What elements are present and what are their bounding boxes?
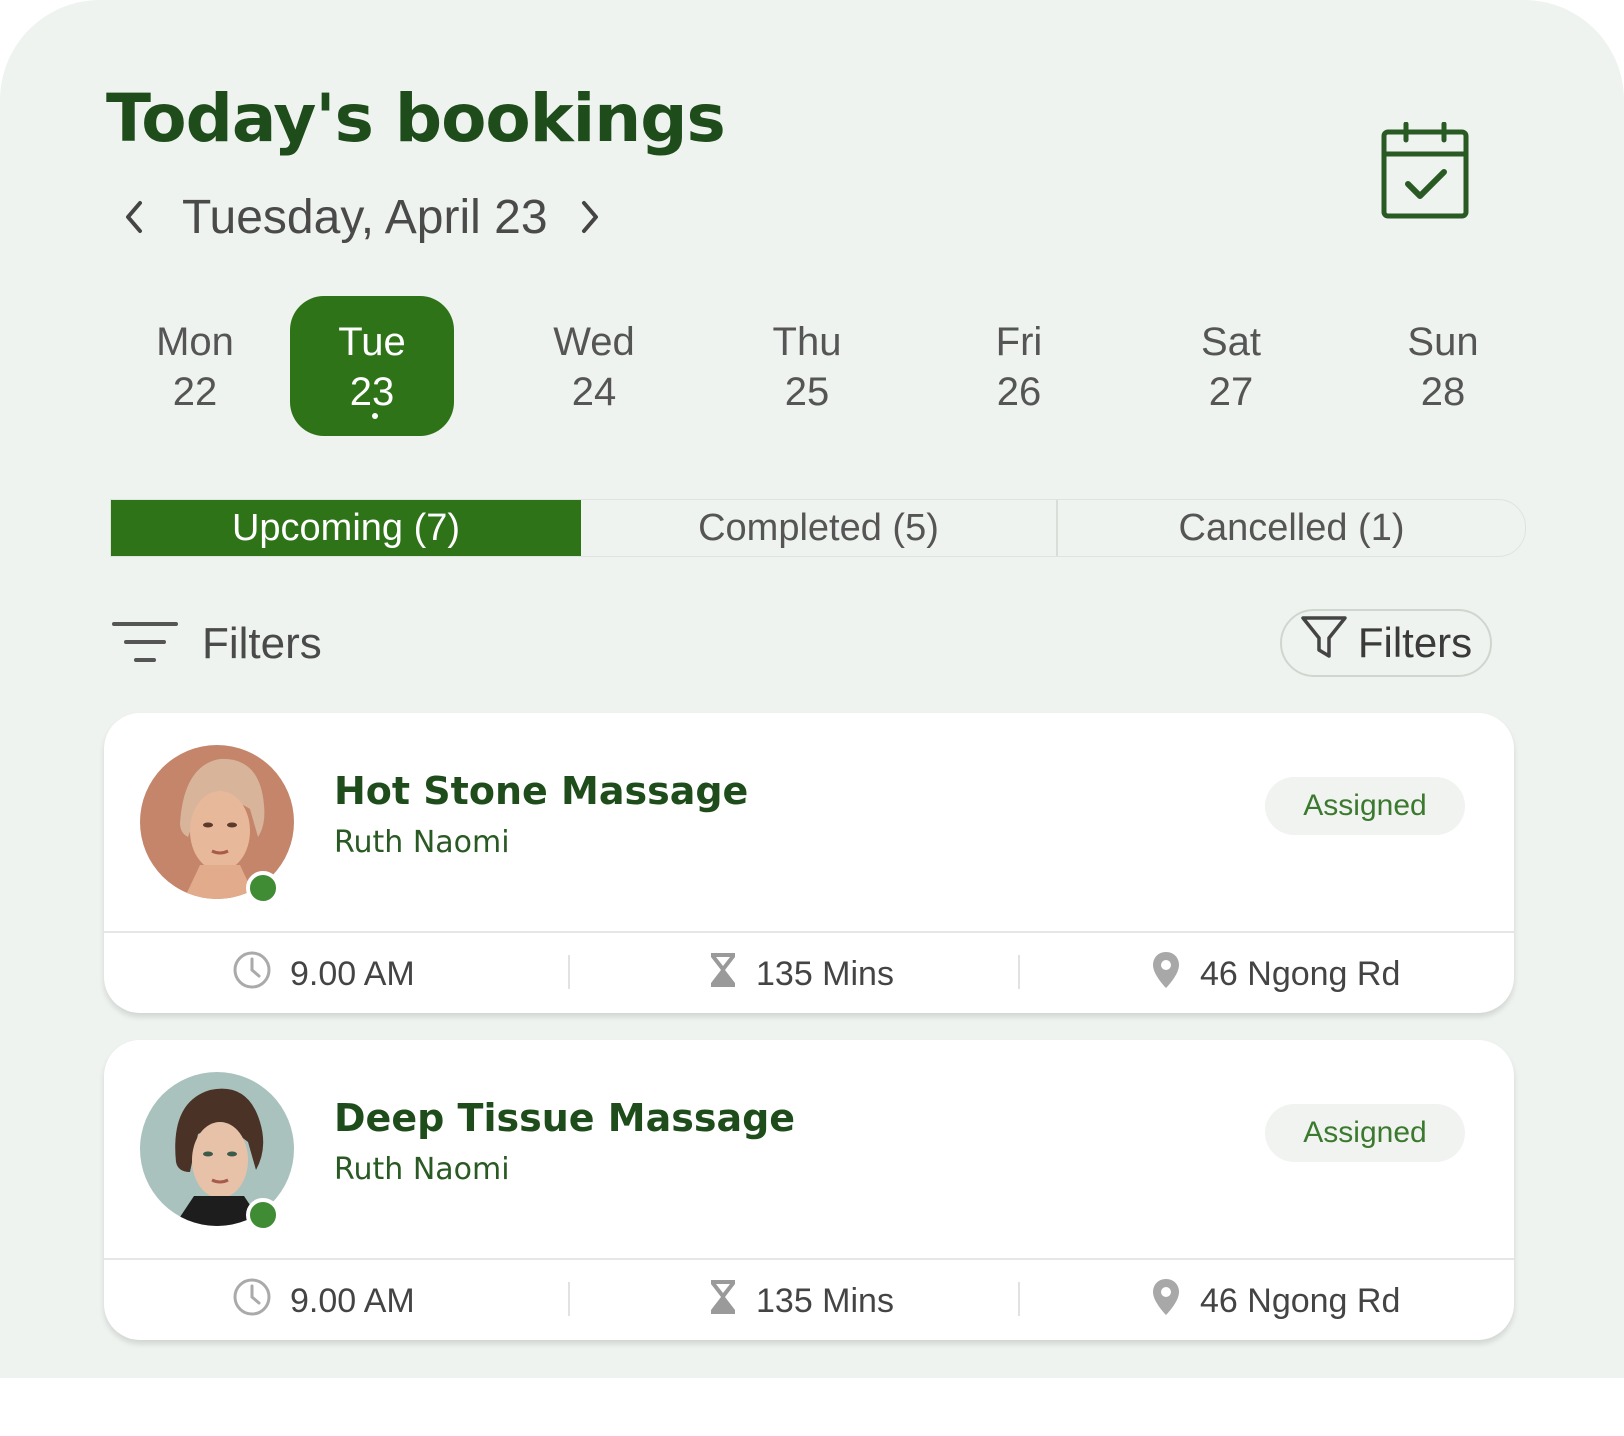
day-sat[interactable]: Sat 27 bbox=[1146, 296, 1316, 436]
status-badge: Assigned bbox=[1265, 777, 1465, 835]
booking-time: 9.00 AM bbox=[290, 1281, 415, 1320]
funnel-icon bbox=[1300, 615, 1358, 671]
day-name: Tue bbox=[338, 320, 406, 364]
status-badge: Assigned bbox=[1265, 1104, 1465, 1162]
hourglass-icon bbox=[708, 951, 756, 998]
booking-card[interactable]: Hot Stone Massage Ruth Naomi Assigned 9.… bbox=[104, 713, 1514, 1013]
bookings-panel: Today's bookings Tuesday, April 23 Mon 2… bbox=[0, 0, 1624, 1378]
client-name: Ruth Naomi bbox=[334, 1152, 510, 1187]
day-number: 23 bbox=[349, 370, 395, 414]
day-number: 25 bbox=[784, 370, 830, 414]
booking-meta-row: 9.00 AM 135 Mins 46 Ngong Rd bbox=[104, 1260, 1514, 1340]
booking-location: 46 Ngong Rd bbox=[1200, 1281, 1401, 1320]
week-day-selector: Mon 22 Tue 23 Wed 24 Thu 25 Fri 26 Sat 2… bbox=[110, 296, 1530, 436]
location-info: 46 Ngong Rd bbox=[1150, 933, 1400, 1013]
booking-time: 9.00 AM bbox=[290, 954, 415, 993]
day-name: Sat bbox=[1200, 320, 1262, 364]
booking-card[interactable]: Deep Tissue Massage Ruth Naomi Assigned … bbox=[104, 1040, 1514, 1340]
time-info: 9.00 AM bbox=[232, 933, 415, 1013]
time-info: 9.00 AM bbox=[232, 1260, 415, 1340]
day-name: Fri bbox=[995, 320, 1043, 364]
service-name: Hot Stone Massage bbox=[334, 769, 749, 813]
tab-upcoming[interactable]: Upcoming (7) bbox=[111, 500, 581, 556]
filters-button[interactable]: Filters bbox=[1280, 609, 1492, 677]
booking-duration: 135 Mins bbox=[756, 1281, 894, 1320]
service-name: Deep Tissue Massage bbox=[334, 1096, 796, 1140]
day-fri[interactable]: Fri 26 bbox=[934, 296, 1104, 436]
booking-duration: 135 Mins bbox=[756, 954, 894, 993]
day-number: 27 bbox=[1208, 370, 1254, 414]
online-status-dot bbox=[246, 871, 280, 905]
day-number: 26 bbox=[996, 370, 1042, 414]
booking-meta-row: 9.00 AM 135 Mins 46 Ngong Rd bbox=[104, 933, 1514, 1013]
location-info: 46 Ngong Rd bbox=[1150, 1260, 1400, 1340]
day-name: Mon bbox=[156, 320, 234, 364]
meta-separator bbox=[1018, 1282, 1020, 1316]
tab-completed[interactable]: Completed (5) bbox=[581, 500, 1056, 556]
day-name: Wed bbox=[553, 320, 635, 364]
chevron-right-icon[interactable] bbox=[568, 195, 612, 239]
day-number: 28 bbox=[1420, 370, 1466, 414]
today-dot bbox=[372, 413, 378, 419]
day-number: 22 bbox=[172, 370, 218, 414]
day-number: 24 bbox=[571, 370, 617, 414]
calendar-check-icon[interactable] bbox=[1380, 121, 1472, 220]
day-sun[interactable]: Sun 28 bbox=[1358, 296, 1528, 436]
meta-separator bbox=[568, 955, 570, 989]
clock-icon bbox=[232, 950, 290, 999]
location-pin-icon bbox=[1150, 1277, 1200, 1326]
sort-filter-toggle[interactable]: Filters bbox=[112, 612, 322, 676]
meta-separator bbox=[1018, 955, 1020, 989]
booking-location: 46 Ngong Rd bbox=[1200, 954, 1401, 993]
day-name: Thu bbox=[772, 320, 842, 364]
duration-info: 135 Mins bbox=[708, 933, 894, 1013]
day-name: Sun bbox=[1407, 320, 1479, 364]
chevron-left-icon[interactable] bbox=[112, 195, 156, 239]
client-name: Ruth Naomi bbox=[334, 825, 510, 860]
online-status-dot bbox=[246, 1198, 280, 1232]
current-date-label: Tuesday, April 23 bbox=[182, 190, 548, 244]
clock-icon bbox=[232, 1277, 290, 1326]
day-tue-selected[interactable]: Tue 23 bbox=[290, 296, 454, 436]
sort-lines-icon bbox=[112, 620, 178, 669]
tab-cancelled[interactable]: Cancelled (1) bbox=[1056, 500, 1525, 556]
location-pin-icon bbox=[1150, 950, 1200, 999]
date-navigator: Tuesday, April 23 bbox=[112, 185, 612, 249]
meta-separator bbox=[568, 1282, 570, 1316]
day-thu[interactable]: Thu 25 bbox=[722, 296, 892, 436]
status-tabs: Upcoming (7) Completed (5) Cancelled (1) bbox=[110, 499, 1526, 557]
page-title: Today's bookings bbox=[106, 80, 726, 157]
day-mon[interactable]: Mon 22 bbox=[110, 296, 280, 436]
day-wed[interactable]: Wed 24 bbox=[509, 296, 679, 436]
duration-info: 135 Mins bbox=[708, 1260, 894, 1340]
filters-label: Filters bbox=[202, 619, 322, 668]
hourglass-icon bbox=[708, 1278, 756, 1325]
filters-button-label: Filters bbox=[1357, 619, 1473, 666]
